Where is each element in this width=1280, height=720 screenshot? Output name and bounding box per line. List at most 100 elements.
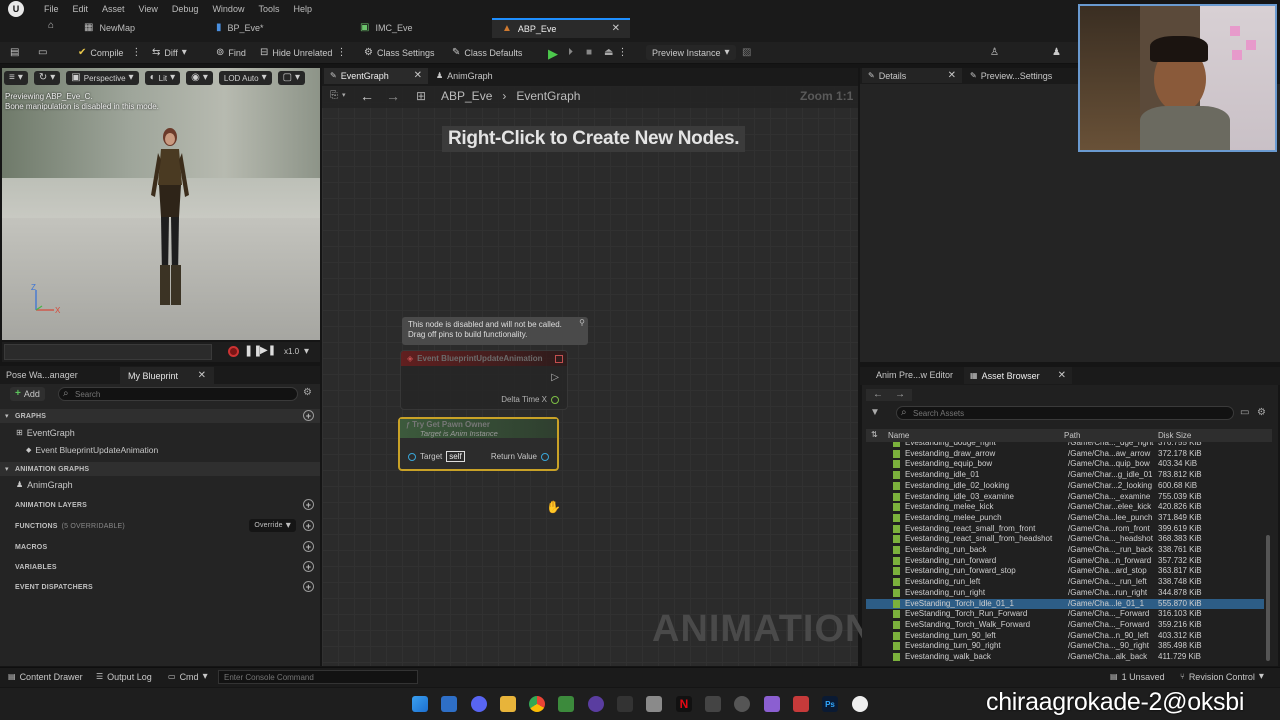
asset-row[interactable]: Evestanding_draw_arrow/Game/Cha...aw_arr… xyxy=(866,449,1264,460)
breadcrumb-leaf[interactable]: EventGraph xyxy=(516,89,580,103)
unreal-engine-icon[interactable] xyxy=(852,696,868,712)
close-tab-icon[interactable]: ✕ xyxy=(1058,370,1066,381)
netflix-icon[interactable]: N xyxy=(676,696,692,712)
folder-icon[interactable]: ▭ xyxy=(1240,408,1249,418)
asset-row[interactable]: Evestanding_walk_back/Game/Cha...alk_bac… xyxy=(866,652,1264,662)
add-macro-icon[interactable]: + xyxy=(303,541,314,552)
show-dropdown[interactable]: ◉ ▾ xyxy=(186,71,213,85)
asset-row[interactable]: Evestanding_equip_bow/Game/Cha...quip_bo… xyxy=(866,459,1264,470)
viewport-options-button[interactable]: ≡ ▾ xyxy=(4,71,28,85)
self-default-value[interactable]: self xyxy=(446,451,465,462)
add-dispatcher-icon[interactable]: + xyxy=(303,581,314,592)
sort-icon[interactable]: ⇅ xyxy=(871,431,878,439)
asset-row[interactable]: Evestanding_run_forward_stop/Game/Cha...… xyxy=(866,566,1264,577)
cmd-dropdown[interactable]: ▭ Cmd ▾ xyxy=(168,672,208,683)
app-icon[interactable] xyxy=(793,696,809,712)
record-icon[interactable] xyxy=(228,346,239,357)
pin-icon[interactable]: ⚲ xyxy=(579,319,585,327)
close-tab-icon[interactable]: ✕ xyxy=(414,71,422,81)
chevron-down-icon[interactable]: ▾ xyxy=(304,347,309,357)
return-value-pin[interactable]: Return Value xyxy=(491,452,549,461)
event-update-animation-node[interactable]: ◈ Event BlueprintUpdateAnimation ▷ Delta… xyxy=(400,350,568,410)
hide-unrelated-button[interactable]: ⊟ Hide Unrelated ⋮ xyxy=(260,46,346,60)
preview-instance-dropdown[interactable]: Preview Instance ▾ xyxy=(646,45,736,60)
menu-edit[interactable]: Edit xyxy=(73,4,89,14)
add-variable-icon[interactable]: + xyxy=(303,561,314,572)
menu-view[interactable]: View xyxy=(139,4,158,14)
save-button[interactable]: ▤ xyxy=(10,46,19,60)
menu-debug[interactable]: Debug xyxy=(172,4,199,14)
close-tab-icon[interactable]: ✕ xyxy=(198,370,206,381)
filter-icon[interactable]: ▼ xyxy=(870,408,880,418)
event-dispatchers-section[interactable]: EVENT DISPATCHERS + xyxy=(0,580,320,594)
anim-graph-item[interactable]: ♟ AnimGraph xyxy=(16,480,73,490)
tools-icon[interactable] xyxy=(705,696,721,712)
stop-button[interactable]: ■ xyxy=(586,46,592,60)
step-forward-icon[interactable]: ▶❚ xyxy=(260,346,276,356)
find-button[interactable]: ⊚ Find xyxy=(216,46,246,60)
asset-row[interactable]: Evestanding_run_right/Game/Cha...run_rig… xyxy=(866,588,1264,599)
bookmark-icon[interactable]: ⎘ xyxy=(330,91,338,101)
asset-row[interactable]: Evestanding_turn_90_left/Game/Cha...n_90… xyxy=(866,631,1264,642)
menu-tools[interactable]: Tools xyxy=(258,4,279,14)
tab-anim-preview-editor[interactable]: Anim Pre...w Editor xyxy=(876,370,953,380)
asset-search[interactable]: ⌕ xyxy=(896,406,1234,420)
media-icon[interactable] xyxy=(646,696,662,712)
search-input[interactable] xyxy=(58,387,298,401)
asset-row[interactable]: Evestanding_turn_90_right/Game/Cha..._90… xyxy=(866,641,1264,652)
target-pin[interactable]: Target self xyxy=(408,451,465,462)
column-path[interactable]: Path xyxy=(1064,431,1080,440)
gear-icon[interactable]: ⚙ xyxy=(1257,408,1266,418)
delegate-pin-icon[interactable] xyxy=(555,354,563,363)
asset-row[interactable]: Evestanding_react_small_from_headshot/Ga… xyxy=(866,534,1264,545)
breadcrumb-root[interactable]: ABP_Eve xyxy=(441,89,492,103)
forward-arrow-icon[interactable]: → xyxy=(895,390,905,400)
windows-start-icon[interactable] xyxy=(412,696,428,712)
camera-button[interactable]: ↻ ▾ xyxy=(33,71,61,85)
add-function-icon[interactable]: + xyxy=(303,520,314,531)
timeline-scrubber[interactable] xyxy=(4,344,212,360)
tab-bp-eve[interactable]: ▮ BP_Eve* xyxy=(206,18,346,38)
tab-abp-eve[interactable]: ▲ ABP_Eve ✕ xyxy=(492,18,630,38)
chrome-icon[interactable] xyxy=(529,696,545,712)
photoshop-icon[interactable]: Ps xyxy=(822,696,838,712)
character-preview[interactable] xyxy=(145,125,195,307)
discord-icon[interactable] xyxy=(471,696,487,712)
file-explorer-icon[interactable] xyxy=(500,696,516,712)
layout-button[interactable]: ▢ ▾ xyxy=(277,71,306,85)
functions-section[interactable]: FUNCTIONS (5 OVERRIDABLE) Override ▾ + xyxy=(0,519,320,533)
event-graph-item[interactable]: ⊞ EventGraph xyxy=(16,428,75,438)
debug-filter-button[interactable]: ▨ xyxy=(742,46,751,60)
add-graph-icon[interactable]: + xyxy=(303,410,314,421)
lod-dropdown[interactable]: LOD Auto ▾ xyxy=(218,71,272,85)
eject-button[interactable]: ⏏ ⋮ xyxy=(604,46,627,60)
asset-row[interactable]: Evestanding_idle_03_examine/Game/Cha..._… xyxy=(866,492,1264,503)
tab-preview-settings[interactable]: ✎ Preview...Settings xyxy=(970,68,1052,83)
notepad-icon[interactable] xyxy=(558,696,574,712)
step-button[interactable]: ⏵ xyxy=(568,46,573,60)
diff-button[interactable]: ⇆ Diff ▾ xyxy=(152,46,187,60)
gear-icon[interactable]: ⚙ xyxy=(303,388,312,398)
compile-button[interactable]: ✔ Compile ⋮ xyxy=(78,46,141,60)
asset-row[interactable]: Evestanding_melee_punch/Game/Cha...lee_p… xyxy=(866,513,1264,524)
my-blueprint-search[interactable]: ⌕ xyxy=(58,387,298,401)
asset-row[interactable]: Evestanding_run_back/Game/Cha..._run_bac… xyxy=(866,545,1264,556)
asset-row[interactable]: Evestanding_dodge_right/Game/Cha..._dge_… xyxy=(866,442,1264,449)
app-icon[interactable] xyxy=(734,696,750,712)
class-defaults-button[interactable]: ✎ Class Defaults xyxy=(452,46,522,60)
home-icon[interactable]: ⌂ xyxy=(48,21,54,31)
animation-graphs-section[interactable]: ▾ ANIMATION GRAPHS xyxy=(0,462,320,476)
skeleton-mode-button[interactable]: ♙ xyxy=(990,46,999,60)
event-item[interactable]: ◆ Event BlueprintUpdateAnimation xyxy=(26,445,158,455)
asset-row[interactable]: Evestanding_melee_kick/Game/Char...elee_… xyxy=(866,502,1264,513)
play-button[interactable]: ▶ xyxy=(548,46,558,60)
terminal-icon[interactable] xyxy=(617,696,633,712)
tab-newmap[interactable]: ▦ NewMap xyxy=(74,18,204,38)
asset-list-scrollbar[interactable] xyxy=(1266,535,1270,661)
menu-asset[interactable]: Asset xyxy=(102,4,125,14)
tab-asset-browser[interactable]: ▦ Asset Browser ✕ xyxy=(964,367,1072,384)
variables-section[interactable]: VARIABLES + xyxy=(0,560,320,574)
asset-row[interactable]: Evestanding_idle_02_looking/Game/Char...… xyxy=(866,481,1264,492)
visual-studio-icon[interactable] xyxy=(764,696,780,712)
tab-event-graph[interactable]: ✎ EventGraph ✕ xyxy=(324,68,428,84)
